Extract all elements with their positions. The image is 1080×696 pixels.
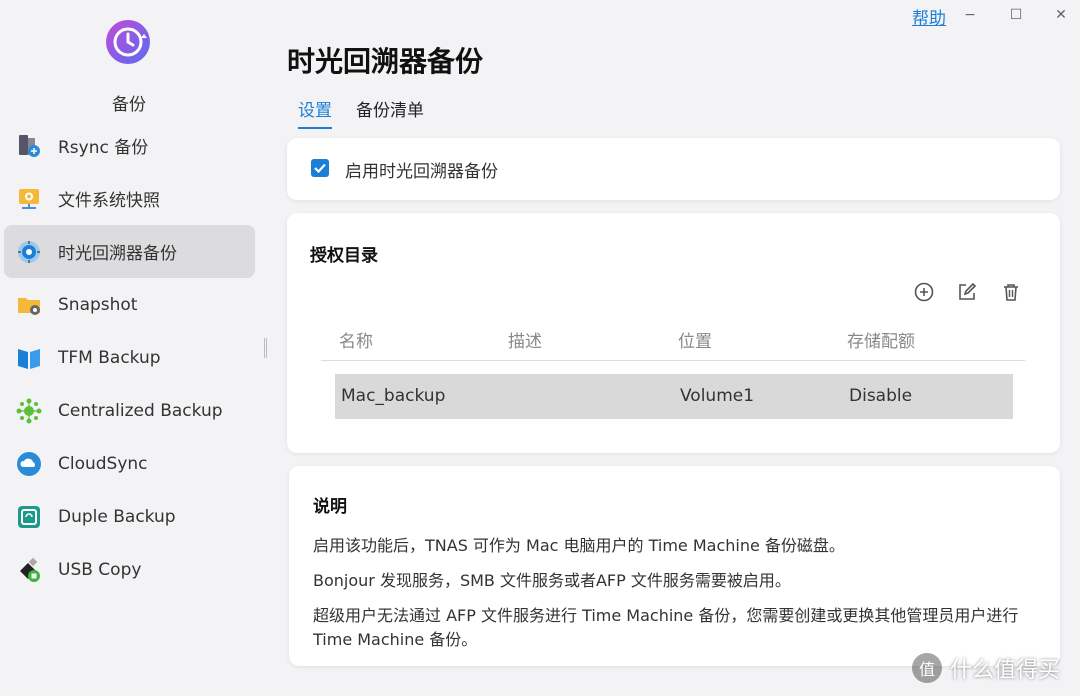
- cell-location: Volume1: [680, 386, 755, 406]
- sidebar-item-centralized-backup[interactable]: Centralized Backup: [0, 384, 256, 437]
- tab-backup-list[interactable]: 备份清单: [356, 96, 424, 129]
- snapshot-folder-icon: [16, 292, 42, 318]
- sidebar-item-label: USB Copy: [58, 559, 142, 580]
- usb-copy-icon: [16, 557, 42, 583]
- sidebar-item-label: Centralized Backup: [58, 400, 223, 421]
- column-header-location[interactable]: 位置: [678, 327, 712, 352]
- sidebar-item-duple-backup[interactable]: Duple Backup: [0, 490, 256, 543]
- section-title: 授权目录: [310, 246, 378, 266]
- cloudsync-icon: [16, 451, 42, 477]
- description-line: 超级用户无法通过 AFP 文件服务进行 Time Machine 备份，您需要创…: [313, 606, 1019, 649]
- watermark-text: 什么值得买: [950, 658, 1061, 683]
- sidebar-item-label: TFM Backup: [58, 347, 161, 368]
- sidebar-item-time-machine[interactable]: 时光回溯器备份: [4, 225, 255, 278]
- column-header-name[interactable]: 名称: [339, 327, 373, 352]
- app-name: 备份: [112, 95, 146, 115]
- section-title: 说明: [313, 497, 347, 517]
- time-machine-icon: [16, 239, 42, 265]
- edit-icon[interactable]: [956, 281, 978, 303]
- tab-settings[interactable]: 设置: [298, 96, 332, 129]
- authorized-dirs-card: 授权目录 名称 描述 位置 存储配额 Mac_backup Volume1 Di…: [287, 213, 1060, 453]
- close-icon[interactable]: ✕: [1052, 6, 1070, 24]
- centralized-backup-icon: [16, 398, 42, 424]
- tab-bar: 设置 备份清单: [298, 96, 424, 129]
- enable-time-machine-checkbox[interactable]: [311, 159, 329, 177]
- description-line: 启用该功能后，TNAS 可作为 Mac 电脑用户的 Time Machine 备…: [313, 536, 845, 555]
- table-header: 名称 描述 位置 存储配额: [321, 325, 1025, 361]
- sidebar-item-label: Rsync 备份: [58, 138, 149, 158]
- table-row[interactable]: Mac_backup Volume1 Disable: [335, 374, 1013, 419]
- sidebar-item-label: Duple Backup: [58, 506, 176, 527]
- sidebar-item-cloudsync[interactable]: CloudSync: [0, 437, 256, 490]
- sidebar-item-rsync[interactable]: Rsync 备份: [0, 119, 256, 172]
- filesystem-snapshot-icon: [16, 186, 42, 212]
- sidebar: 备份 Rsync 备份 文件系统快照 时光回溯器备份 Snapshot TFM …: [0, 0, 262, 696]
- minimize-icon[interactable]: −: [961, 6, 979, 24]
- checkmark-icon: [314, 163, 326, 174]
- rsync-server-icon: [16, 133, 42, 159]
- column-header-description[interactable]: 描述: [508, 327, 542, 352]
- cell-name: Mac_backup: [341, 386, 446, 406]
- sidebar-item-label: Snapshot: [58, 294, 138, 315]
- enable-checkbox-label: 启用时光回溯器备份: [345, 162, 498, 182]
- sidebar-item-snapshot[interactable]: Snapshot: [0, 278, 256, 331]
- backup-app-logo-icon: [104, 18, 152, 66]
- column-header-quota[interactable]: 存储配额: [847, 327, 915, 352]
- sidebar-item-label: 时光回溯器备份: [58, 244, 177, 264]
- page-title: 时光回溯器备份: [287, 45, 484, 78]
- maximize-icon[interactable]: ☐: [1007, 6, 1025, 24]
- delete-icon[interactable]: [1000, 281, 1022, 303]
- sidebar-item-usb-copy[interactable]: USB Copy: [0, 543, 256, 596]
- sidebar-item-tfm-backup[interactable]: TFM Backup: [0, 331, 256, 384]
- help-link[interactable]: 帮助: [912, 4, 946, 29]
- sidebar-item-label: CloudSync: [58, 453, 148, 474]
- sidebar-item-filesystem-snapshot[interactable]: 文件系统快照: [0, 172, 256, 225]
- description-line: Bonjour 发现服务，SMB 文件服务或者AFP 文件服务需要被启用。: [313, 571, 791, 590]
- duple-backup-icon: [16, 504, 42, 530]
- cell-quota: Disable: [849, 386, 913, 406]
- description-card: 说明 启用该功能后，TNAS 可作为 Mac 电脑用户的 Time Machin…: [289, 466, 1060, 666]
- sidebar-item-label: 文件系统快照: [58, 191, 160, 211]
- enable-card: 启用时光回溯器备份: [287, 138, 1060, 200]
- watermark: 值 什么值得买: [912, 652, 1060, 684]
- sidebar-resize-handle[interactable]: [264, 338, 267, 358]
- sidebar-nav: Rsync 备份 文件系统快照 时光回溯器备份 Snapshot TFM Bac…: [0, 119, 262, 596]
- tfm-backup-icon: [16, 345, 42, 371]
- watermark-badge: 值: [912, 653, 942, 683]
- add-icon[interactable]: [913, 281, 935, 303]
